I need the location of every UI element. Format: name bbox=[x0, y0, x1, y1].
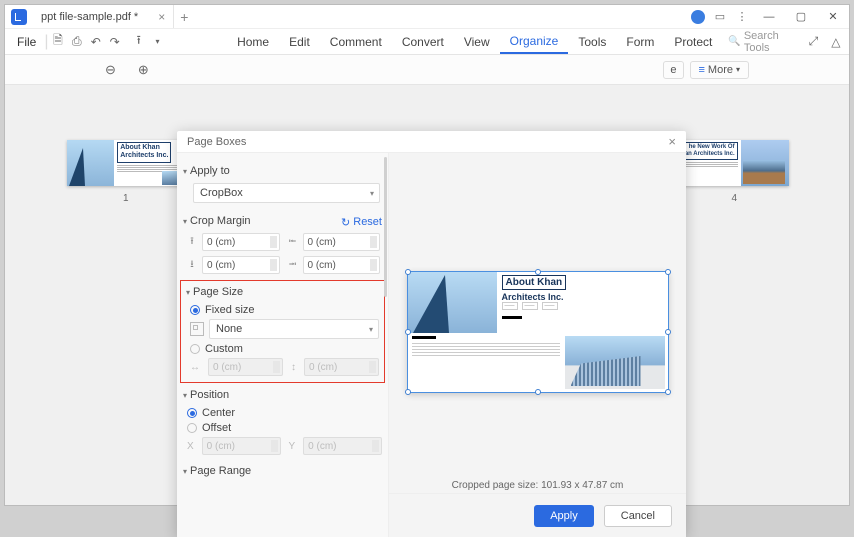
dialog-title: Page Boxes bbox=[187, 136, 246, 148]
menu-form[interactable]: Form bbox=[616, 29, 664, 54]
cancel-button[interactable]: Cancel bbox=[604, 505, 672, 527]
crop-handle-b[interactable] bbox=[535, 389, 541, 395]
redo-icon[interactable]: ↷ bbox=[105, 31, 124, 53]
app-icon bbox=[11, 9, 27, 25]
dialog-close-icon[interactable]: × bbox=[668, 134, 676, 149]
dropdown-icon[interactable]: ▾ bbox=[148, 31, 167, 53]
section-page-range[interactable]: Page Range bbox=[183, 465, 382, 477]
preview-panel: About Khan Architects Inc. —————— bbox=[389, 153, 686, 537]
page-thumbnail-1[interactable]: About Khan Architects Inc. bbox=[67, 140, 185, 186]
offset-x-input: 0 (cm) bbox=[202, 437, 281, 455]
margin-bottom-icon: ⭳ bbox=[185, 258, 199, 272]
crop-handle-t[interactable] bbox=[535, 269, 541, 275]
crop-handle-tr[interactable] bbox=[665, 269, 671, 275]
minimize-button[interactable]: — bbox=[757, 8, 781, 26]
thumb-label-1: 1 bbox=[123, 193, 129, 204]
new-tab-button[interactable]: + bbox=[180, 9, 188, 25]
fixed-size-radio[interactable]: Fixed size bbox=[190, 304, 379, 316]
menu-tools[interactable]: Tools bbox=[568, 29, 616, 54]
crop-rectangle[interactable] bbox=[407, 271, 669, 393]
file-menu[interactable]: File bbox=[9, 35, 44, 49]
crop-handle-l[interactable] bbox=[405, 329, 411, 335]
menu-convert[interactable]: Convert bbox=[392, 29, 454, 54]
apply-button[interactable]: Apply bbox=[534, 505, 594, 527]
custom-height-input: 0 (cm) bbox=[304, 358, 379, 376]
page-size-select[interactable]: None bbox=[209, 319, 379, 339]
thumb1-title: About Khan Architects Inc. bbox=[117, 142, 171, 163]
zoom-out-icon[interactable]: ⊖ bbox=[105, 62, 116, 78]
toolbar-strip: ⊖ ⊕ e ≡More▾ bbox=[5, 55, 849, 85]
custom-radio[interactable]: Custom bbox=[190, 343, 379, 355]
section-crop-margin[interactable]: Crop Margin bbox=[183, 215, 341, 227]
search-tools[interactable]: Search Tools bbox=[722, 30, 800, 54]
crop-handle-r[interactable] bbox=[665, 329, 671, 335]
page-boxes-dialog: Page Boxes × Apply to CropBox Crop Margi… bbox=[177, 131, 686, 537]
export-icon[interactable]: ⭱ bbox=[129, 31, 148, 53]
y-label: Y bbox=[289, 441, 296, 452]
menu-view[interactable]: View bbox=[454, 29, 500, 54]
apply-to-select[interactable]: CropBox bbox=[193, 183, 380, 203]
close-button[interactable]: ✕ bbox=[821, 8, 845, 26]
settings-panel: Apply to CropBox Crop Margin Reset ⭱0 (c… bbox=[177, 153, 389, 537]
undo-icon[interactable]: ↶ bbox=[86, 31, 105, 53]
crop-handle-bl[interactable] bbox=[405, 389, 411, 395]
menu-edit[interactable]: Edit bbox=[279, 29, 320, 54]
maximize-button[interactable]: ▢ bbox=[789, 8, 813, 26]
titlebar: ppt file-sample.pdf * × + ▭ ⋮ — ▢ ✕ bbox=[5, 5, 849, 29]
orientation-icon[interactable] bbox=[190, 322, 204, 336]
margin-right-input[interactable]: 0 (cm) bbox=[303, 256, 381, 274]
thumb-label-4: 4 bbox=[731, 193, 737, 204]
menu-protect[interactable]: Protect bbox=[664, 29, 722, 54]
save-icon[interactable]: 🗎 bbox=[49, 31, 68, 53]
kebab-menu-icon[interactable]: ⋮ bbox=[735, 10, 749, 24]
page-thumbnail-4[interactable]: he New Work Of an Architects Inc. bbox=[679, 140, 789, 186]
margin-top-input[interactable]: 0 (cm) bbox=[202, 233, 280, 251]
chat-icon[interactable]: ▭ bbox=[713, 10, 727, 24]
crop-handle-tl[interactable] bbox=[405, 269, 411, 275]
section-apply-to[interactable]: Apply to bbox=[183, 165, 382, 177]
custom-width-input: 0 (cm) bbox=[208, 358, 283, 376]
more-button[interactable]: ≡More▾ bbox=[690, 61, 750, 79]
page-size-highlight: Page Size Fixed size None Custom ↔ 0 (cm… bbox=[180, 280, 385, 383]
crop-handle-br[interactable] bbox=[665, 389, 671, 395]
document-tab[interactable]: ppt file-sample.pdf * × bbox=[33, 5, 174, 28]
expand-icon[interactable]: ⤢ bbox=[804, 31, 822, 53]
section-page-size[interactable]: Page Size bbox=[186, 286, 379, 298]
margin-left-icon: ⭰ bbox=[286, 235, 300, 249]
margin-bottom-input[interactable]: 0 (cm) bbox=[202, 256, 280, 274]
tab-filename: ppt file-sample.pdf * bbox=[41, 11, 138, 23]
thumb4-title: he New Work Of an Architects Inc. bbox=[682, 142, 738, 160]
tab-close-icon[interactable]: × bbox=[158, 10, 165, 24]
menu-comment[interactable]: Comment bbox=[320, 29, 392, 54]
page-preview[interactable]: About Khan Architects Inc. —————— bbox=[407, 271, 669, 393]
center-radio[interactable]: Center bbox=[187, 407, 382, 419]
reset-button[interactable]: Reset bbox=[341, 216, 382, 229]
menu-home[interactable]: Home bbox=[227, 29, 279, 54]
margin-left-input[interactable]: 0 (cm) bbox=[303, 233, 381, 251]
panel-scrollbar[interactable] bbox=[384, 157, 387, 297]
menubar: File | 🗎 ⎙ ↶ ↷ ⭱ ▾ Home Edit Comment Con… bbox=[5, 29, 849, 55]
collapse-icon[interactable]: △ bbox=[827, 31, 845, 53]
zoom-in-icon[interactable]: ⊕ bbox=[138, 62, 149, 78]
offset-y-input: 0 (cm) bbox=[303, 437, 382, 455]
x-label: X bbox=[187, 441, 194, 452]
margin-top-icon: ⭱ bbox=[185, 235, 199, 249]
document-area: About Khan Architects Inc. 1 he New Work… bbox=[5, 85, 849, 505]
user-avatar-icon[interactable] bbox=[691, 10, 705, 24]
menu-organize[interactable]: Organize bbox=[500, 29, 569, 54]
partial-button[interactable]: e bbox=[663, 61, 683, 79]
cropped-size-label: Cropped page size: 101.93 x 47.87 cm bbox=[389, 474, 686, 493]
print-icon[interactable]: ⎙ bbox=[67, 31, 86, 53]
margin-right-icon: ⭲ bbox=[286, 258, 300, 272]
offset-radio[interactable]: Offset bbox=[187, 422, 382, 434]
section-position[interactable]: Position bbox=[183, 389, 382, 401]
